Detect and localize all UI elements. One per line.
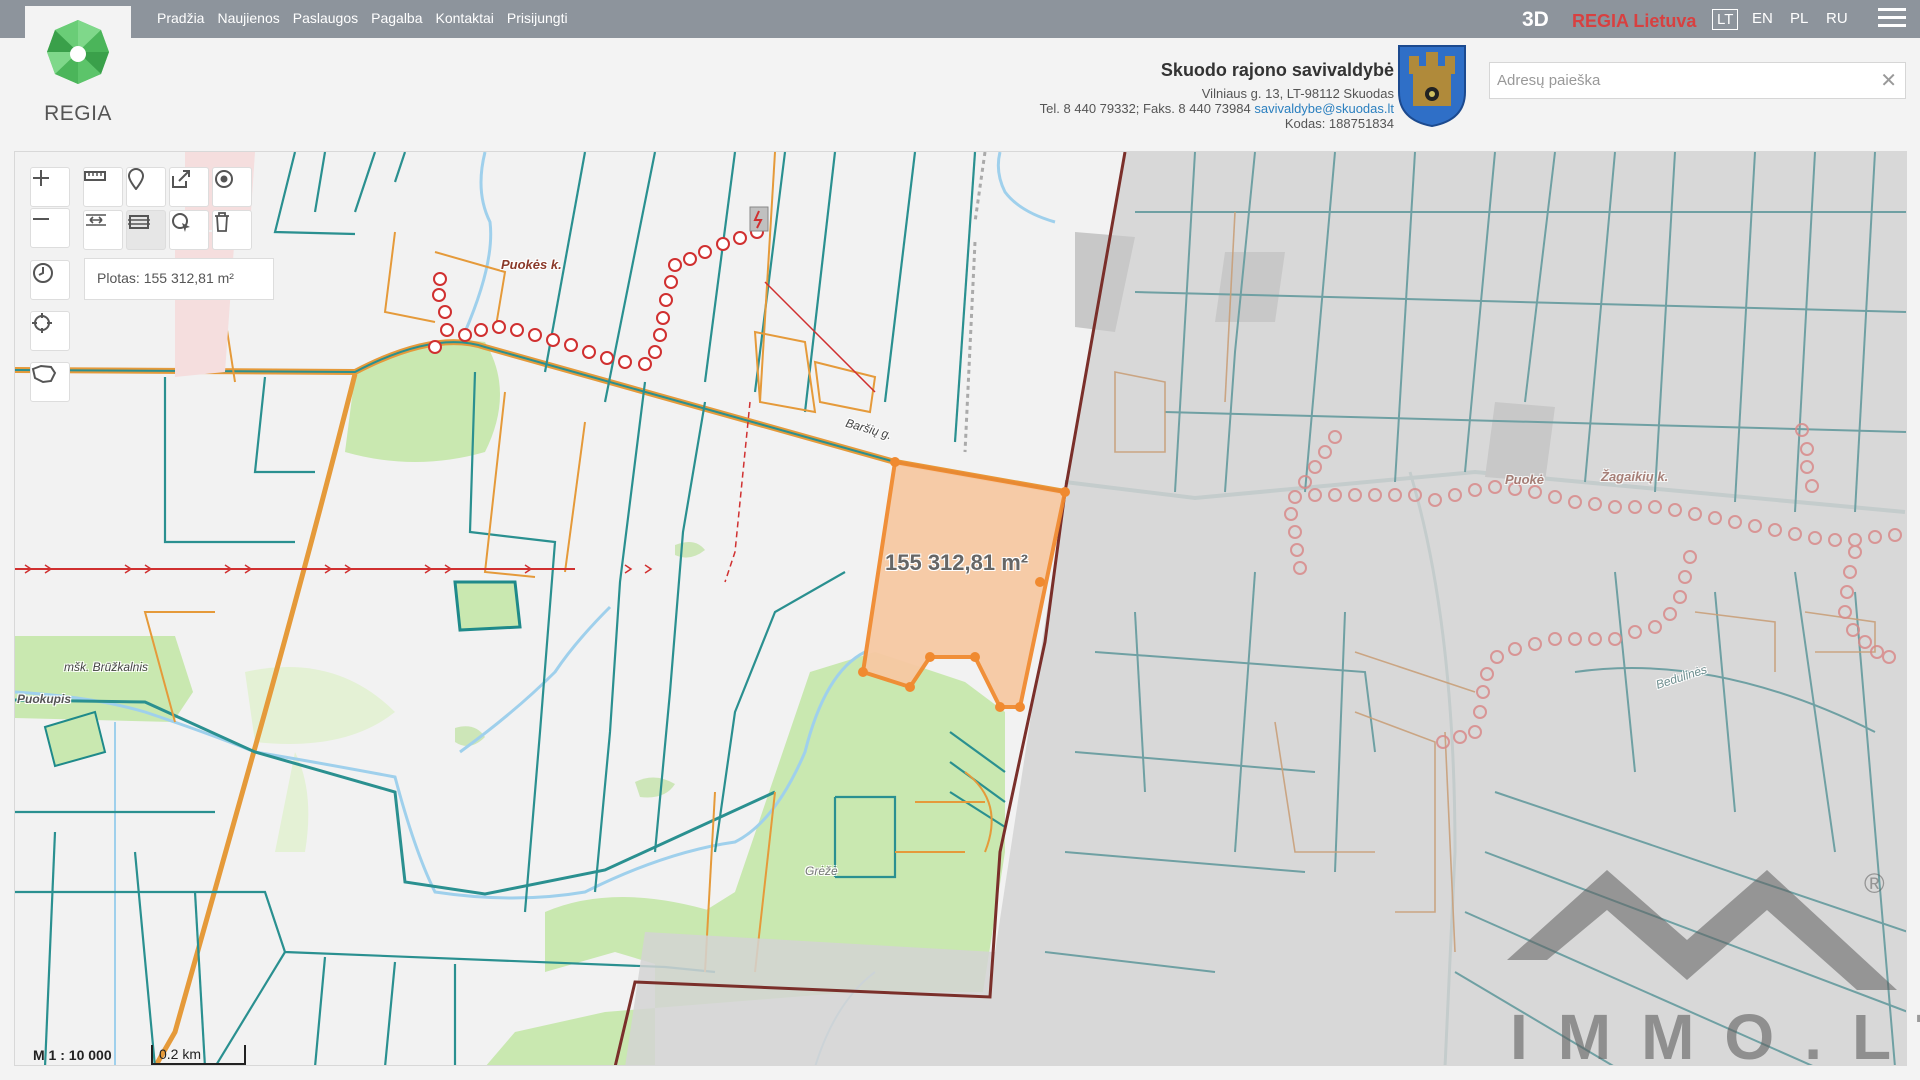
measure-info-panel: Plotas: 155 312,81 m² <box>84 258 274 300</box>
regia-lietuva-link[interactable]: REGIA Lietuva <box>1572 11 1696 32</box>
address-search-box: ✕ <box>1489 62 1906 99</box>
select-object-button[interactable] <box>169 210 209 250</box>
nav-paslaugos[interactable]: Paslaugos <box>293 10 358 26</box>
map-pin-icon <box>127 168 145 190</box>
regia-logo[interactable]: REGIA <box>25 6 131 125</box>
nav-naujienos[interactable]: Naujienos <box>217 10 279 26</box>
label-puoke: Puokė <box>1505 472 1545 487</box>
municipality-email-link[interactable]: savivaldybe@skuodas.lt <box>1254 101 1394 116</box>
zoom-out-button[interactable] <box>30 208 70 248</box>
distance-icon <box>86 214 106 226</box>
minus-icon <box>33 218 49 220</box>
hamburger-menu-icon[interactable] <box>1878 8 1906 30</box>
share-icon <box>172 170 190 188</box>
clock-icon <box>33 263 53 283</box>
municipality-title: Skuodo rajono savivaldybė <box>1160 60 1394 80</box>
crosshair-icon <box>32 313 52 333</box>
locate-button[interactable] <box>30 311 70 351</box>
lithuania-extent-button[interactable] <box>30 362 70 402</box>
target-button[interactable] <box>212 167 252 207</box>
measure-area-button[interactable] <box>126 210 166 250</box>
logo-text: REGIA <box>44 102 112 125</box>
history-button[interactable] <box>30 260 70 300</box>
globe-cursor-icon <box>172 213 190 232</box>
scale-bar-label: 0.2 km <box>159 1046 202 1062</box>
nav-pradzia[interactable]: Pradžia <box>157 10 204 26</box>
watermark-text: IMMO.LT <box>1510 1001 1920 1073</box>
zoom-in-button[interactable] <box>30 167 70 207</box>
top-bar: Pradžia Naujienos Paslaugos Pagalba Kont… <box>0 0 1920 38</box>
area-icon <box>128 215 150 229</box>
scale-bar: 0.2 km <box>151 1045 246 1065</box>
area-readout: Plotas: 155 312,81 m² <box>97 270 234 286</box>
delete-button[interactable] <box>212 210 252 250</box>
lang-pl-button[interactable]: PL <box>1786 9 1812 28</box>
lang-ru-button[interactable]: RU <box>1822 9 1852 28</box>
label-puokes-village: Puokės k. <box>501 257 562 272</box>
municipality-code: Kodas: 188751834 <box>1284 116 1394 131</box>
address-search-input[interactable] <box>1490 63 1860 98</box>
label-forest-bruzkalnis: mšk. Brūžkalnis <box>63 660 149 674</box>
label-zagaikiu-village: Žagaikių k. <box>1601 469 1669 484</box>
municipality-contact-line: Tel. 8 440 79332; Faks. 8 440 73984 savi… <box>1040 101 1394 116</box>
municipality-phone: Tel. 8 440 79332; Faks. 8 440 73984 <box>1039 101 1251 116</box>
regia-logo-icon <box>47 20 109 84</box>
lang-lt-button[interactable]: LT <box>1712 9 1739 30</box>
label-greze: Grėžė <box>805 864 838 878</box>
lang-en-button[interactable]: EN <box>1748 9 1777 28</box>
ruler-icon <box>84 171 106 181</box>
label-puokupis: Puokupis <box>17 692 72 706</box>
trash-icon <box>215 212 229 232</box>
nav-prisijungti[interactable]: Prisijungti <box>507 10 568 26</box>
municipality-address: Vilniaus g. 13, LT-98112 Skuodas <box>1201 86 1394 101</box>
registered-mark: ® <box>1864 868 1885 899</box>
share-button[interactable] <box>169 167 209 207</box>
lithuania-map-icon <box>31 364 57 384</box>
scale-ratio: M 1 : 10 000 <box>33 1047 112 1063</box>
measured-area-label: 155 312,81 m² <box>885 550 1029 575</box>
plus-icon <box>33 170 49 186</box>
nav-pagalba[interactable]: Pagalba <box>371 10 422 26</box>
target-icon <box>215 170 233 188</box>
view-3d-button[interactable]: 3D <box>1522 8 1549 32</box>
place-marker-button[interactable] <box>126 167 166 207</box>
nav-kontaktai[interactable]: Kontaktai <box>436 10 494 26</box>
main-nav: Pradžia Naujienos Paslaugos Pagalba Kont… <box>157 10 568 26</box>
clear-search-icon[interactable]: ✕ <box>1880 68 1897 93</box>
coat-of-arms-icon <box>1398 45 1466 128</box>
measure-distance-button[interactable] <box>83 210 123 250</box>
measure-length-button[interactable] <box>83 167 123 207</box>
